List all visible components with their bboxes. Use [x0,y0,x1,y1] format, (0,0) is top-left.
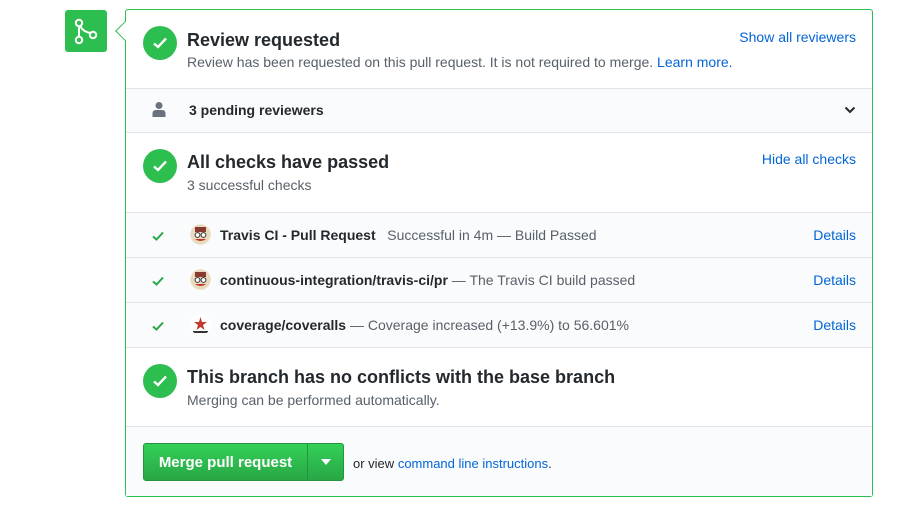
merge-icon [65,10,107,52]
conflicts-subtitle: Merging can be performed automatically. [187,392,440,408]
check-text: Travis CI - Pull Request Successful in 4… [220,227,597,243]
details-link[interactable]: Details [813,227,856,243]
check-icon [152,228,164,246]
merge-options-dropdown[interactable] [308,444,343,480]
hide-all-checks-link[interactable]: Hide all checks [762,151,856,167]
check-item: coverage/coveralls — Coverage increased … [126,303,872,348]
check-separator [376,227,388,243]
merge-alternative-text: or view command line instructions. [353,456,552,471]
check-name: Travis CI - Pull Request [220,227,376,243]
merge-alt-suffix: . [548,456,552,471]
details-link[interactable]: Details [813,317,856,333]
checks-title: All checks have passed [187,152,390,172]
coveralls-logo-icon [190,314,211,335]
check-description: The Travis CI build passed [469,272,636,288]
check-description: Coverage increased (+13.9%) to 56.601% [367,317,629,333]
check-icon [152,318,164,336]
check-circle-icon [143,364,177,398]
pending-reviewers-label: 3 pending reviewers [189,102,324,118]
learn-more-link[interactable]: Learn more. [657,54,732,70]
pending-reviewers-toggle[interactable]: 3 pending reviewers [126,89,872,133]
check-text: coverage/coveralls — Coverage increased … [220,317,629,333]
check-separator: — [447,272,470,288]
review-section: Review requested Review has been request… [126,10,872,89]
check-separator: — [346,317,368,333]
review-description: Review has been requested on this pull r… [187,54,733,70]
details-link[interactable]: Details [813,272,856,288]
check-icon [152,273,164,291]
merge-alt-prefix: or view [353,456,395,471]
check-circle-icon [143,26,177,60]
conflicts-section: This branch has no conflicts with the ba… [126,348,872,427]
merge-status-panel: Review requested Review has been request… [115,9,873,497]
review-title: Review requested [187,30,341,50]
check-text: continuous-integration/travis-ci/pr — Th… [220,272,635,288]
merge-footer: Merge pull request or view command line … [126,427,872,496]
check-item: continuous-integration/travis-ci/pr — Th… [126,258,872,303]
show-all-reviewers-link[interactable]: Show all reviewers [739,29,856,45]
merge-pull-request-button[interactable]: Merge pull request [144,444,308,480]
review-description-text: Review has been requested on this pull r… [187,54,654,70]
checks-section: All checks have passed 3 successful chec… [126,133,872,213]
check-name: continuous-integration/travis-ci/pr [220,272,448,288]
check-circle-icon [143,149,177,183]
merge-button-group: Merge pull request [143,443,344,481]
check-item: Travis CI - Pull Request Successful in 4… [126,213,872,258]
check-description: Successful in 4m — Build Passed [387,227,597,243]
check-name: coverage/coveralls [220,317,347,333]
command-line-instructions-link[interactable]: command line instructions [398,456,548,471]
person-icon [152,101,166,122]
travis-ci-logo-icon [190,224,211,245]
travis-ci-logo-icon [190,269,211,290]
checks-subtitle: 3 successful checks [187,177,312,193]
caret-down-icon [320,459,331,465]
conflicts-title: This branch has no conflicts with the ba… [187,367,616,387]
chevron-down-icon[interactable] [844,103,856,121]
